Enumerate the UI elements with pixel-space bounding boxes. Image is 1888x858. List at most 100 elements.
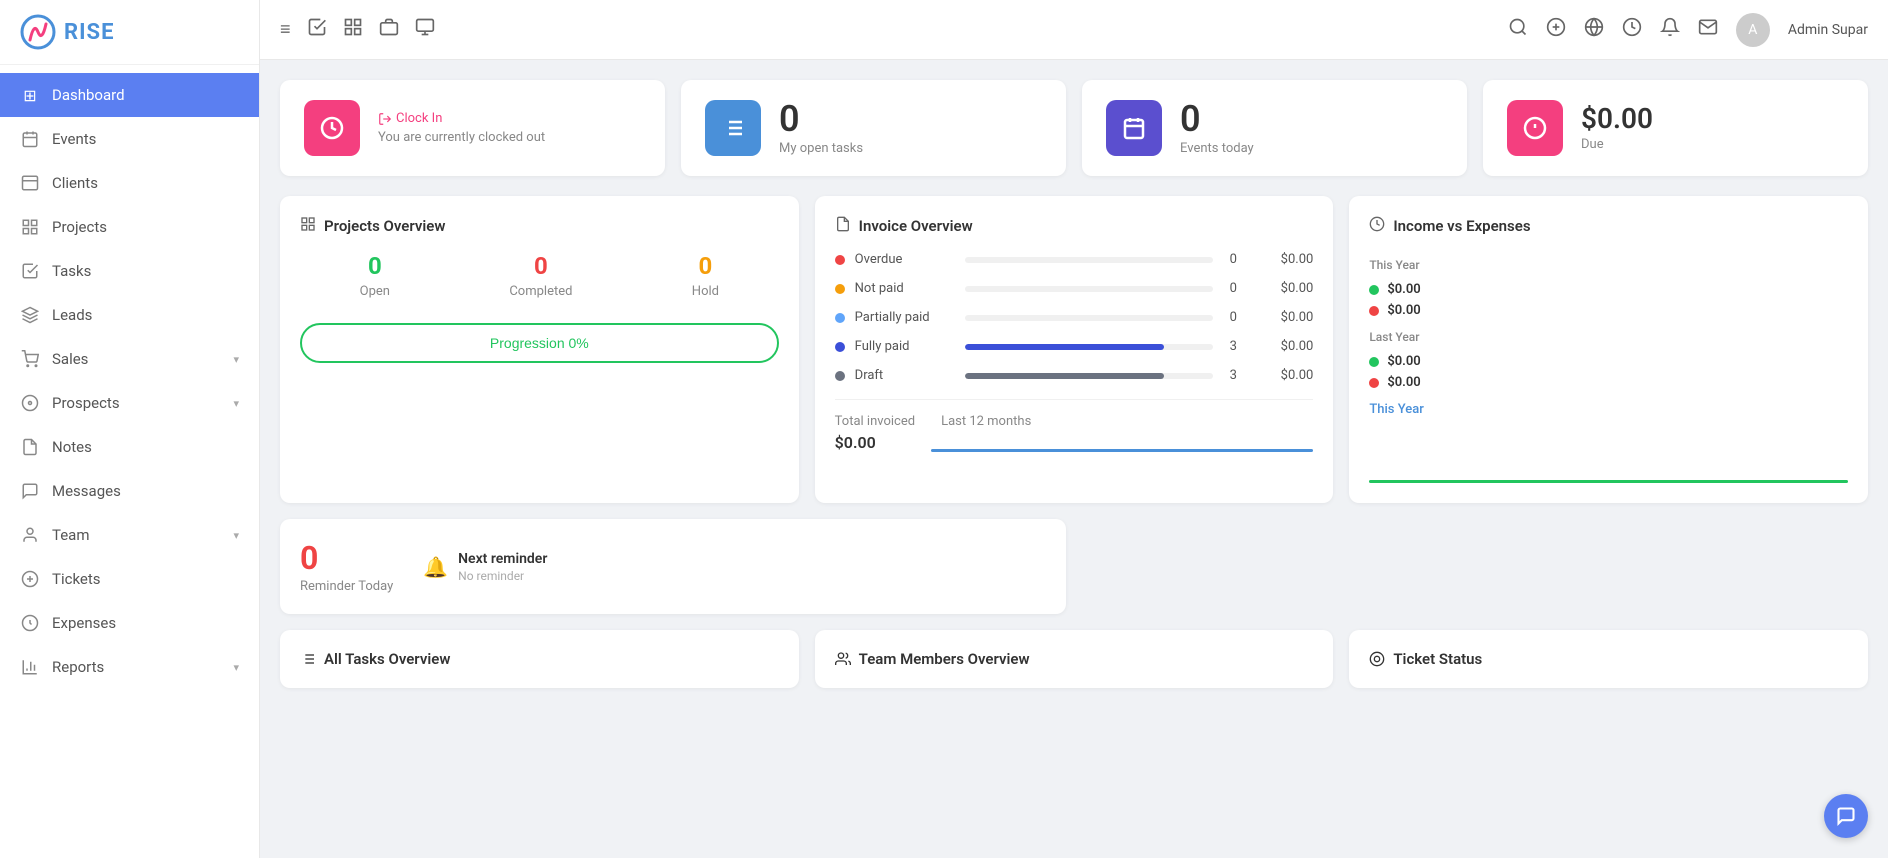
invoice-row-count: 3 [1223, 368, 1243, 383]
last-year-income-dot [1369, 357, 1379, 367]
income-legend: This Year $0.00 $0.00 Last Year $0.00 [1369, 252, 1848, 390]
all-tasks-title: All Tasks Overview [300, 650, 779, 668]
sidebar-item-label: Messages [52, 482, 121, 500]
search-icon[interactable] [1508, 17, 1528, 42]
income-expenses-icon [1369, 216, 1385, 236]
last-year-income-row: $0.00 [1369, 354, 1848, 369]
sidebar-item-projects[interactable]: Projects [0, 205, 259, 249]
income-expenses-heading: Income vs Expenses [1393, 217, 1530, 235]
check-icon[interactable] [307, 17, 327, 42]
second-row-spacer [1082, 519, 1868, 614]
invoice-row-amount: $0.00 [1253, 368, 1313, 383]
sidebar-item-team[interactable]: Team ▾ [0, 513, 259, 557]
sidebar-item-label: Clients [52, 174, 98, 192]
progression-button[interactable]: Progression 0% [300, 323, 779, 363]
invoice-bar-bg [965, 315, 1214, 321]
sidebar-item-label: Prospects [52, 394, 120, 412]
sidebar-item-events[interactable]: Events [0, 117, 259, 161]
invoice-row: Not paid 0 $0.00 [835, 281, 1314, 296]
tasks-icon [20, 261, 40, 281]
grid-icon[interactable] [343, 17, 363, 42]
invoice-row-amount: $0.00 [1253, 339, 1313, 354]
sidebar-navigation: ⊞ Dashboard Events Clients Projects [0, 65, 259, 858]
expense-dot [1369, 306, 1379, 316]
mail-icon[interactable] [1698, 17, 1718, 42]
due-stat-content: $0.00 Due [1581, 105, 1844, 152]
invoice-bar-bg [965, 286, 1214, 292]
sidebar-item-label: Team [52, 526, 90, 544]
chat-bubble[interactable] [1824, 794, 1868, 838]
add-icon[interactable] [1546, 17, 1566, 42]
tasks-stat-content: 0 My open tasks [779, 101, 1042, 156]
stat-card-due: $0.00 Due [1483, 80, 1868, 176]
sidebar: RISE ⊞ Dashboard Events Clients Projects [0, 0, 260, 858]
ticket-status-heading: Ticket Status [1393, 650, 1482, 668]
globe-icon[interactable] [1584, 17, 1604, 42]
topbar: ≡ [260, 0, 1888, 60]
projects-completed-label: Completed [509, 284, 572, 299]
sidebar-item-label: Reports [52, 658, 104, 676]
events-label: Events today [1180, 141, 1443, 156]
clock-in-sub: You are currently clocked out [378, 130, 641, 145]
briefcase-icon[interactable] [379, 17, 399, 42]
projects-completed: 0 Completed [509, 252, 572, 299]
rise-logo-icon [20, 14, 56, 50]
clock-in-content: Clock In You are currently clocked out [378, 111, 641, 145]
sidebar-item-label: Sales [52, 350, 88, 368]
sidebar-item-clients[interactable]: Clients [0, 161, 259, 205]
invoice-total-label: Total invoiced [835, 414, 915, 429]
chart-area [1369, 423, 1848, 483]
events-icon [20, 129, 40, 149]
logo-text: RISE [64, 20, 114, 45]
reminder-next: 🔔 Next reminder No reminder [423, 551, 547, 583]
chart-line [1369, 480, 1848, 483]
leads-icon [20, 305, 40, 325]
projects-hold-count: 0 [692, 252, 719, 280]
invoice-row-dot [835, 371, 845, 381]
notification-icon[interactable] [1660, 17, 1680, 42]
clock-in-link[interactable]: Clock In [378, 111, 641, 126]
reports-icon [20, 657, 40, 677]
projects-overview-heading: Projects Overview [324, 217, 445, 235]
topbar-right: A Admin Supar [1508, 13, 1868, 47]
tasks-label: My open tasks [779, 141, 1042, 156]
sidebar-item-expenses[interactable]: Expenses [0, 601, 259, 645]
admin-name: Admin Supar [1788, 22, 1868, 38]
sidebar-item-leads[interactable]: Leads [0, 293, 259, 337]
reports-arrow: ▾ [233, 661, 239, 674]
due-icon-box [1507, 100, 1563, 156]
clock-icon[interactable] [1622, 17, 1642, 42]
invoice-row-amount: $0.00 [1253, 252, 1313, 267]
projects-open-count: 0 [360, 252, 390, 280]
monitor-icon[interactable] [415, 17, 435, 42]
stat-card-tasks: 0 My open tasks [681, 80, 1066, 176]
invoice-row-label: Fully paid [855, 339, 955, 354]
invoice-total-amount: $0.00 [835, 433, 915, 452]
sidebar-item-sales[interactable]: Sales ▾ [0, 337, 259, 381]
invoice-overview-icon [835, 216, 851, 236]
invoice-row: Draft 3 $0.00 [835, 368, 1314, 383]
invoice-row-count: 3 [1223, 339, 1243, 354]
reminder-card: 0 Reminder Today 🔔 Next reminder No remi… [280, 519, 1066, 614]
invoice-row: Overdue 0 $0.00 [835, 252, 1314, 267]
invoice-row-count: 0 [1223, 281, 1243, 296]
expenses-icon [20, 613, 40, 633]
this-year-expense-row: $0.00 [1369, 303, 1848, 318]
dashboard-icon: ⊞ [20, 85, 40, 105]
sales-icon [20, 349, 40, 369]
sidebar-item-reports[interactable]: Reports ▾ [0, 645, 259, 689]
all-tasks-card: All Tasks Overview [280, 630, 799, 688]
sidebar-item-messages[interactable]: Messages [0, 469, 259, 513]
sidebar-item-prospects[interactable]: Prospects ▾ [0, 381, 259, 425]
sidebar-item-tasks[interactable]: Tasks [0, 249, 259, 293]
sidebar-item-notes[interactable]: Notes [0, 425, 259, 469]
invoice-row: Partially paid 0 $0.00 [835, 310, 1314, 325]
invoice-row-amount: $0.00 [1253, 281, 1313, 296]
sidebar-item-dashboard[interactable]: ⊞ Dashboard [0, 73, 259, 117]
tasks-icon-box [705, 100, 761, 156]
sidebar-item-tickets[interactable]: Tickets [0, 557, 259, 601]
projects-completed-count: 0 [509, 252, 572, 280]
menu-icon[interactable]: ≡ [280, 19, 291, 40]
chart-label: This Year [1369, 402, 1848, 417]
stat-card-clock: Clock In You are currently clocked out [280, 80, 665, 176]
